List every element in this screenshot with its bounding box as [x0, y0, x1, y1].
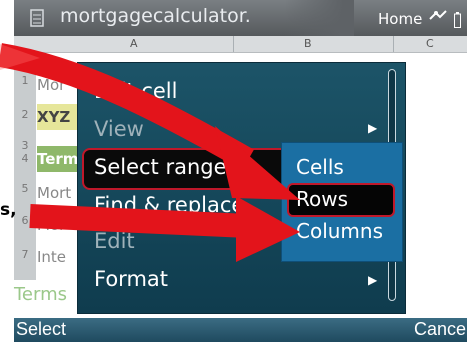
arrow-to-columns — [29, 196, 300, 262]
annotation-arrows — [0, 43, 300, 262]
arrow-to-rows — [0, 43, 300, 200]
